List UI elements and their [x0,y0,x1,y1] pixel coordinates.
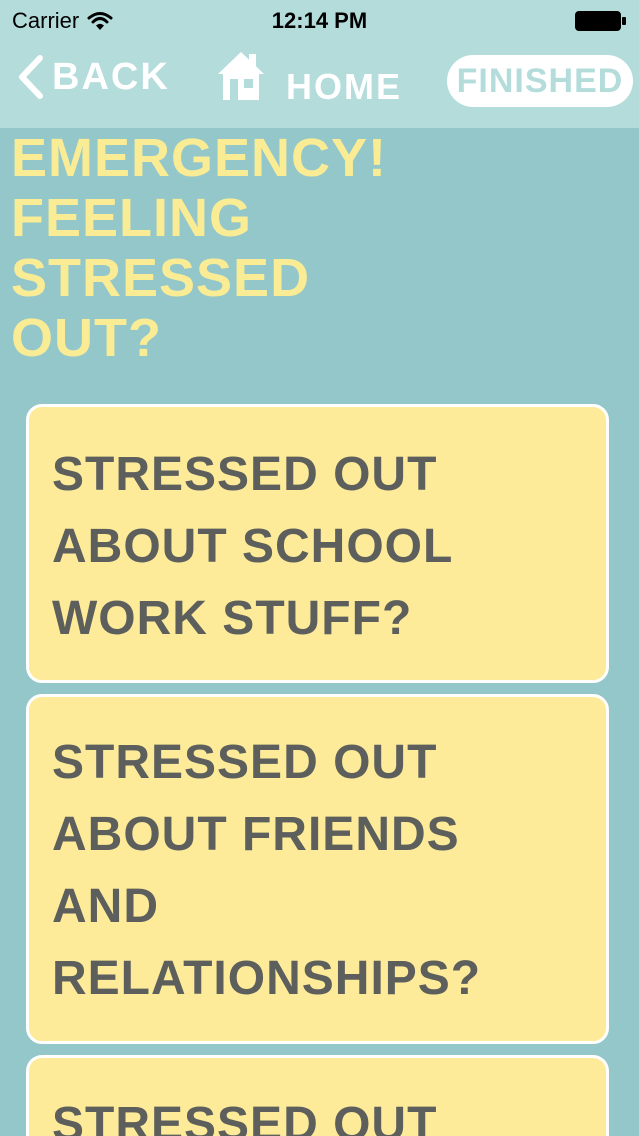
home-icon [218,52,264,100]
option-card-school-work[interactable]: STRESSED OUT ABOUT SCHOOL WORK STUFF? [26,404,609,683]
page-title-line: OUT? [11,308,162,368]
option-card-label: STRESSED OUT ABOUT SCHOOL WORK STUFF? [52,439,453,655]
option-card-label: STRESSED OUT [52,1089,437,1136]
option-card-friends-relationships[interactable]: STRESSED OUT ABOUT FRIENDS AND RELATIONS… [26,694,609,1044]
page-title-line: STRESSED [11,248,311,308]
battery-icon [575,11,626,31]
finished-button-label: FINISHED [456,61,624,100]
page-title: EMERGENCY! FEELING STRESSED OUT? [11,128,431,368]
finished-button[interactable]: FINISHED [447,55,633,107]
back-button[interactable]: BACK [16,54,170,100]
option-card-label: STRESSED OUT ABOUT FRIENDS AND RELATIONS… [52,727,481,1015]
navigation-bar: BACK HOME FINISHED [0,40,639,128]
home-button-label: HOME [286,66,402,107]
option-card-line: WORK STUFF? [52,592,413,645]
option-card-line: AND [52,880,159,933]
option-card-line: ABOUT SCHOOL [52,520,454,573]
option-card-line: RELATIONSHIPS? [52,952,482,1005]
option-card-line: ABOUT FRIENDS [52,808,460,861]
option-card-line: STRESSED OUT [52,448,438,501]
option-card-line: STRESSED OUT [52,736,438,789]
status-bar: Carrier 12:14 PM [0,0,639,40]
chevron-left-icon [19,55,43,99]
status-time: 12:14 PM [271,8,368,33]
back-button-label: BACK [52,55,170,98]
page-title-line: FEELING [11,188,253,248]
page-title-line: EMERGENCY! [11,128,388,188]
home-button[interactable]: HOME [216,48,402,107]
option-card-line: STRESSED OUT [52,1098,438,1136]
option-card-partial[interactable]: STRESSED OUT [26,1055,609,1136]
